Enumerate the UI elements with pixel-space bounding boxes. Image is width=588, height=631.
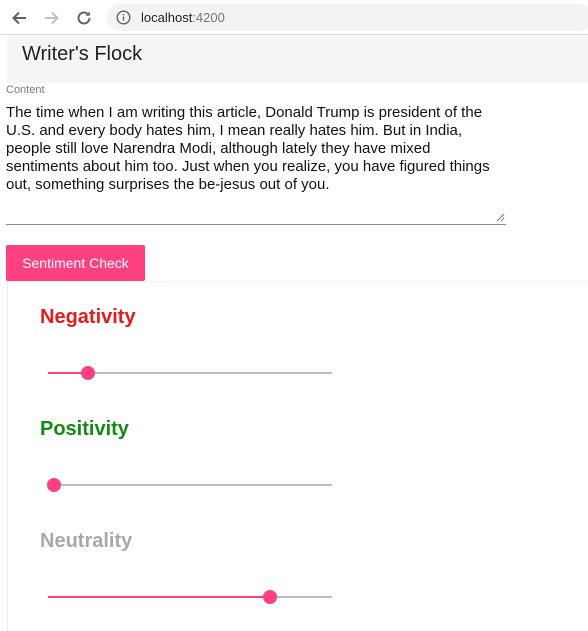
reload-icon[interactable] — [73, 7, 95, 29]
url-host: localhost — [141, 10, 193, 25]
negativity-heading: Negativity — [40, 306, 136, 328]
slider-thumb[interactable] — [81, 366, 95, 380]
positivity-heading: Positivity — [40, 418, 129, 440]
forward-icon[interactable] — [41, 7, 63, 29]
slider-fill — [48, 596, 270, 598]
neutrality-heading: Neutrality — [40, 530, 133, 552]
back-icon[interactable] — [8, 7, 30, 29]
app-toolbar: Writer's Flock — [7, 35, 588, 83]
app-title: Writer's Flock — [22, 43, 143, 65]
field-underline — [6, 224, 506, 225]
resize-grip-icon[interactable] — [495, 209, 505, 222]
result-card — [7, 281, 588, 631]
browser-toolbar: localhost:4200 — [0, 0, 588, 35]
url-text: localhost:4200 — [141, 10, 225, 25]
content-label: Content — [6, 84, 45, 96]
info-icon[interactable] — [116, 10, 131, 25]
address-bar[interactable]: localhost:4200 — [107, 4, 588, 31]
sentiment-check-button[interactable]: Sentiment Check — [6, 245, 145, 281]
slider-thumb[interactable] — [263, 590, 277, 604]
content-textarea[interactable] — [6, 104, 506, 220]
url-port: :4200 — [192, 10, 225, 25]
negativity-slider[interactable] — [48, 363, 332, 383]
slider-thumb[interactable] — [47, 478, 61, 492]
neutrality-slider[interactable] — [48, 587, 332, 607]
positivity-slider[interactable] — [47, 475, 332, 495]
slider-track — [48, 484, 332, 486]
